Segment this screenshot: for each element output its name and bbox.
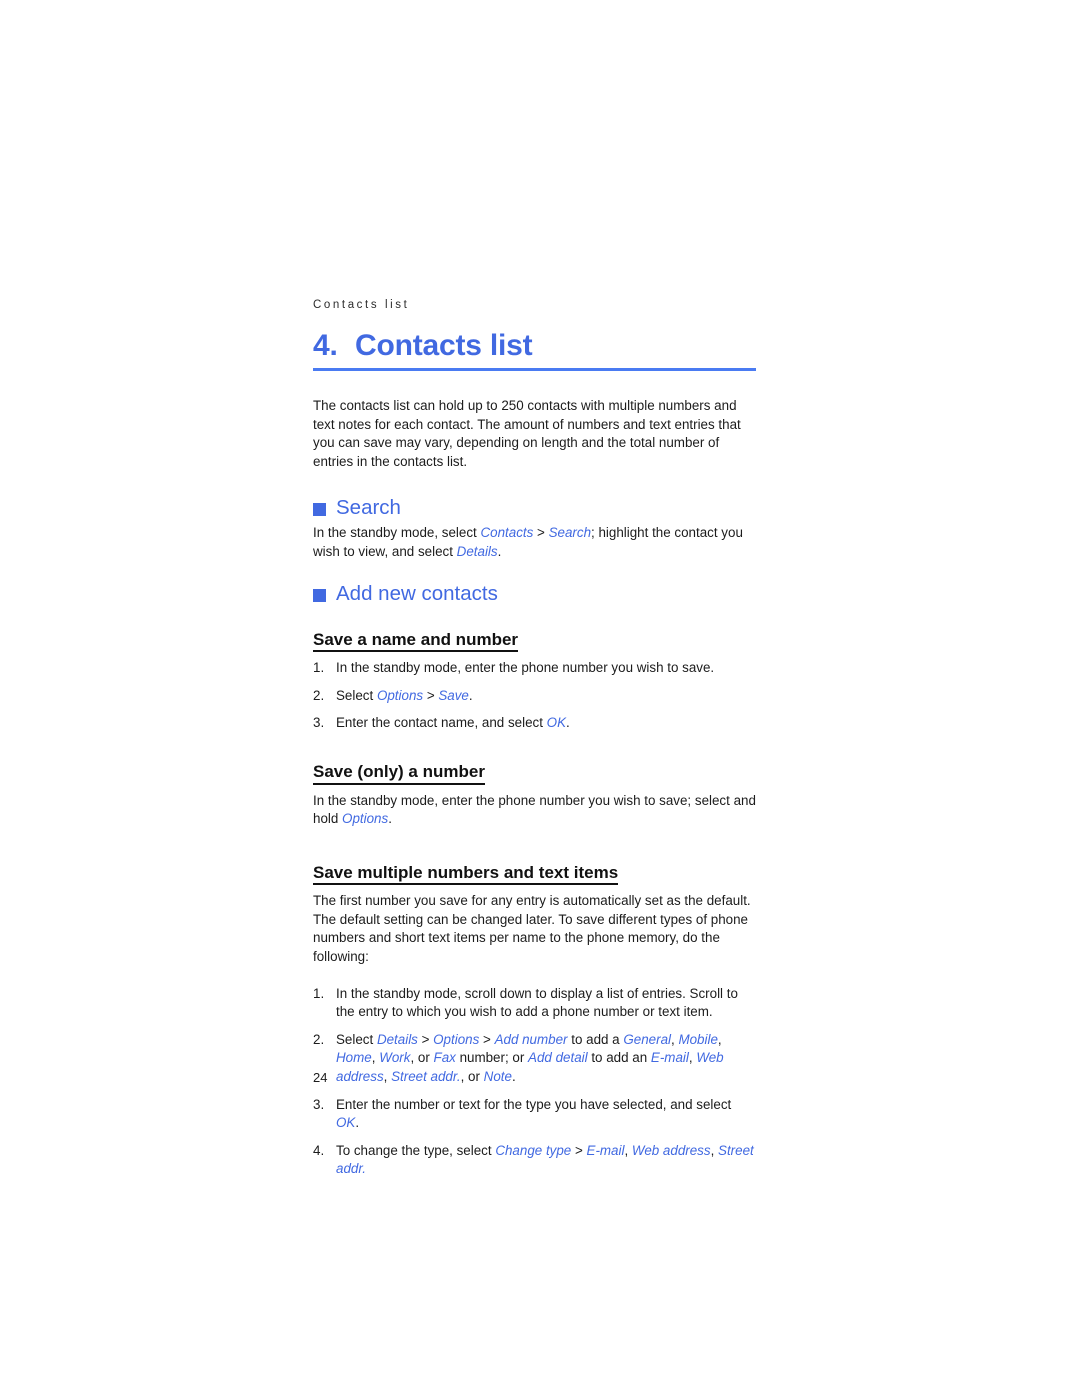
subsection-heading: Save multiple numbers and text items	[313, 863, 619, 886]
chapter-title-text: Contacts list	[355, 328, 533, 362]
ui-term: Home	[336, 1050, 372, 1066]
chapter-title-block: 4. Contacts list	[313, 328, 756, 371]
list-item: 1. In the standby mode, enter the phone n…	[313, 659, 756, 678]
save-only-a-number-paragraph: In the standby mode, enter the phone num…	[313, 792, 756, 827]
section-add-new-contacts: Add new contacts Save a name and number …	[313, 575, 756, 1179]
subsection-heading: Save a name and number	[313, 630, 519, 653]
ui-term: Save	[438, 687, 469, 703]
ui-term: General	[623, 1031, 671, 1047]
subsection-save-only-a-number: Save (only) a number In the standby mode…	[313, 742, 756, 829]
ui-term: Add detail	[528, 1050, 588, 1066]
title-rule	[313, 368, 756, 371]
steps-list: 1. In the standby mode, scroll down to di…	[313, 985, 756, 1179]
ui-term: E-mail	[650, 1050, 689, 1066]
section-heading-search: Search	[313, 489, 756, 520]
ui-term: Options	[342, 811, 389, 827]
page-number: 24	[313, 1070, 328, 1085]
ui-term: Add number	[494, 1031, 568, 1047]
list-item-number: 4.	[313, 1142, 325, 1158]
list-item: 2. Select Options > Save.	[313, 687, 756, 706]
list-item-number: 1.	[313, 660, 325, 676]
ui-term: E-mail	[586, 1142, 625, 1158]
ui-term: Details	[376, 1031, 418, 1047]
save-multiple-paragraph: The first number you save for any entry …	[313, 893, 751, 965]
ui-term: Details	[456, 543, 498, 559]
ui-term: Note	[483, 1069, 512, 1085]
list-item: 4. To change the type, select Change type…	[313, 1142, 754, 1177]
ui-term: Street addr.	[391, 1069, 461, 1085]
page-content: Contacts list 4. Contacts list The contac…	[313, 299, 756, 1188]
list-item-number: 2.	[313, 687, 325, 703]
ui-term: Options	[433, 1031, 480, 1047]
ui-term: OK	[336, 1115, 356, 1131]
section-heading-label: Search	[336, 496, 401, 520]
intro-paragraph: The contacts list can hold up to 250 con…	[313, 398, 741, 469]
ui-term: Contacts	[480, 524, 534, 540]
search-paragraph: In the standby mode, select Contacts > S…	[313, 524, 743, 559]
ui-term: Web address	[631, 1142, 711, 1158]
ui-term: OK	[546, 715, 567, 731]
page-title: 4. Contacts list	[313, 328, 756, 362]
list-item: 1. In the standby mode, scroll down to di…	[313, 985, 738, 1020]
running-header: Contacts list	[313, 299, 410, 311]
section-heading-add-new-contacts: Add new contacts	[313, 575, 756, 606]
subsection-save-multiple-numbers-and-text-items: Save multiple numbers and text items The…	[313, 843, 756, 1179]
list-item: 3. Enter the number or text for the type …	[313, 1096, 732, 1131]
square-bullet-icon	[313, 503, 326, 517]
subsection-heading: Save (only) a number	[313, 762, 485, 785]
list-item-number: 3.	[313, 1096, 325, 1112]
section-heading-label: Add new contacts	[336, 582, 498, 606]
list-item: 3. Enter the contact name, and select OK.	[313, 714, 756, 733]
list-item-number: 1.	[313, 985, 325, 1001]
subsection-save-a-name-and-number: Save a name and number 1. In the standby …	[313, 610, 756, 733]
ui-term: Mobile	[678, 1031, 718, 1047]
square-bullet-icon	[313, 588, 326, 602]
list-item-number: 2.	[313, 1031, 325, 1047]
ui-term: Search	[548, 524, 592, 540]
ui-term: Work	[379, 1050, 411, 1066]
steps-list: 1. In the standby mode, enter the phone n…	[313, 659, 756, 733]
list-item-number: 3.	[313, 715, 325, 731]
ui-term: Fax	[433, 1050, 456, 1066]
document-page: Contacts list 4. Contacts list The contac…	[0, 0, 1080, 1397]
chapter-number: 4.	[313, 328, 338, 362]
ui-term: Change type	[495, 1142, 572, 1158]
list-item: 2. Select Details > Options > Add number …	[313, 1031, 724, 1085]
ui-term: Options	[376, 687, 424, 703]
section-search: Search In the standby mode, select Conta…	[313, 489, 756, 561]
